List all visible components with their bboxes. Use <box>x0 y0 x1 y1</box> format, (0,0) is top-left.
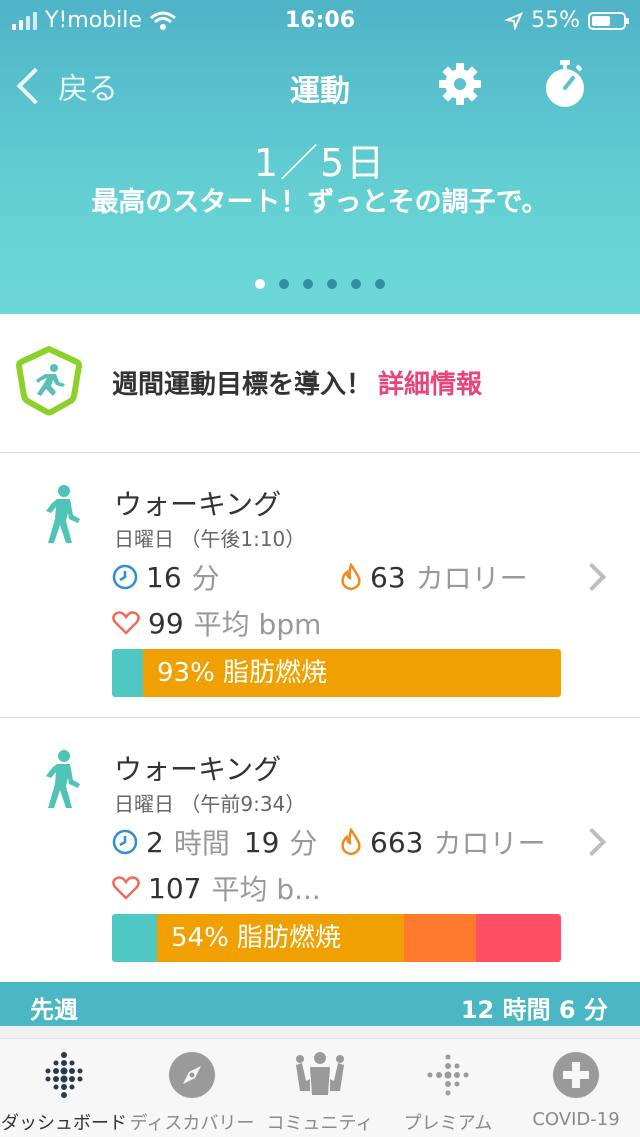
tab-label: ディスカバリー <box>129 1113 255 1134</box>
heart-zone-bar: 93% 脂肪燃焼 <box>112 649 561 697</box>
zone-segment <box>475 914 561 962</box>
tab-covid19[interactable]: COVID-19 <box>512 1039 640 1137</box>
tab-label: プレミアム <box>403 1113 493 1134</box>
stopwatch-icon[interactable] <box>542 60 588 108</box>
duration-value: 19 <box>243 825 280 859</box>
heart-rate-value: 99 <box>148 606 184 640</box>
duration-unit: 時間 <box>173 827 230 860</box>
calories-row: 663 カロリー <box>340 822 545 862</box>
tab-community[interactable]: コミュニティ <box>256 1039 384 1137</box>
page-dot[interactable] <box>351 279 361 289</box>
status-bar: Y!mobile 16:06 55% <box>0 0 640 40</box>
tab-label: COVID-19 <box>532 1109 620 1130</box>
duration-value: 16 <box>146 560 182 594</box>
clock-icon <box>112 564 138 590</box>
page-dot[interactable] <box>279 279 289 289</box>
compass-icon <box>169 1052 215 1098</box>
heart-rate-row: 99 平均 bpm <box>112 603 321 643</box>
divider <box>0 1026 640 1038</box>
tab-label: ダッシュボード <box>1 1113 127 1134</box>
activity-card[interactable]: ウォーキング日曜日 （午後1:10） 16 分 63 カロリー 99 平均 bpm 93% 脂… <box>0 453 640 718</box>
duration-value: 2 <box>146 825 164 859</box>
last-week-summary: 先週 12 時間 6 分 <box>0 982 640 1026</box>
page-dot[interactable] <box>255 279 265 289</box>
walking-icon <box>46 750 80 808</box>
duration-unit: 分 <box>289 827 318 860</box>
heart-rate-row: 107 平均 b... <box>112 868 321 908</box>
page-dot[interactable] <box>303 279 313 289</box>
zone-segment <box>403 914 476 962</box>
activity-time: 日曜日 （午前9:34） <box>114 792 306 816</box>
calories-value: 63 <box>370 560 406 594</box>
zone-label: 54% 脂肪燃焼 <box>171 923 342 953</box>
zone-segment <box>112 649 144 697</box>
gear-icon[interactable] <box>438 62 482 106</box>
heart-rate-value: 107 <box>148 871 202 905</box>
zone-segment <box>112 914 157 962</box>
calories-row: 63 カロリー <box>340 557 528 597</box>
community-icon <box>296 1052 344 1095</box>
duration-unit: 分 <box>191 562 220 595</box>
flame-icon <box>341 563 361 591</box>
premium-dots-icon <box>427 1054 469 1096</box>
tab-label: コミュニティ <box>266 1113 374 1134</box>
battery-percent: 55% <box>531 8 580 33</box>
heart-rate-unit: 平均 bpm <box>193 608 322 641</box>
duration-row: 16 分 <box>112 557 220 597</box>
chevron-right-icon[interactable] <box>577 827 607 857</box>
tab-premium[interactable]: プレミアム <box>384 1039 512 1137</box>
calories-unit: カロリー <box>433 827 546 860</box>
day-progress: 1／5日 <box>253 141 387 185</box>
dashboard-dots-icon <box>45 1052 83 1098</box>
activity-card[interactable]: ウォーキング日曜日 （午前9:34） 2 時間 19 分 663 カロリー 107 平均 b..… <box>0 718 640 983</box>
heart-zone-bar: 54% 脂肪燃焼 <box>112 914 561 962</box>
tab-discovery[interactable]: ディスカバリー <box>128 1039 256 1137</box>
heart-rate-unit: 平均 b... <box>211 873 321 906</box>
runner-badge-icon <box>16 346 82 416</box>
tab-bar: ダッシュボード ディスカバリー コミュニティ プレミアム COVID-19 <box>0 1038 640 1137</box>
activity-time: 日曜日 （午後1:10） <box>114 527 306 551</box>
calories-value: 663 <box>370 825 424 859</box>
plus-cross-icon <box>553 1052 599 1098</box>
activity-name: ウォーキング <box>114 488 282 521</box>
flame-icon <box>341 828 361 856</box>
nav-bar: 戻る 運動 <box>0 58 640 114</box>
tab-dashboard[interactable]: ダッシュボード <box>0 1039 128 1137</box>
calories-unit: カロリー <box>415 562 528 595</box>
page-dot[interactable] <box>327 279 337 289</box>
zone-label: 93% 脂肪燃焼 <box>157 658 328 688</box>
page-indicator[interactable] <box>255 279 385 289</box>
last-week-label: 先週 <box>30 996 78 1024</box>
clock-icon <box>112 829 138 855</box>
activity-name: ウォーキング <box>114 753 282 786</box>
details-link[interactable]: 詳細情報 <box>378 370 482 400</box>
heart-icon <box>112 876 140 900</box>
last-week-value: 12 時間 6 分 <box>460 996 608 1024</box>
heart-icon <box>112 611 140 635</box>
page-dot[interactable] <box>375 279 385 289</box>
location-icon <box>505 11 523 30</box>
motivation-message: 最高のスタート！ずっとその調子で。 <box>91 187 549 218</box>
duration-row: 2 時間 19 分 <box>112 822 318 862</box>
weekly-goal-banner[interactable]: 週間運動目標を導入！ 詳細情報 <box>0 314 640 453</box>
goal-text: 週間運動目標を導入！ <box>112 370 373 400</box>
header: Y!mobile 16:06 55% 戻る 運動 1／5日 最高のスタート！ずっ… <box>0 0 640 314</box>
battery-icon <box>588 11 629 30</box>
walking-icon <box>46 485 80 543</box>
chevron-right-icon[interactable] <box>577 562 607 592</box>
